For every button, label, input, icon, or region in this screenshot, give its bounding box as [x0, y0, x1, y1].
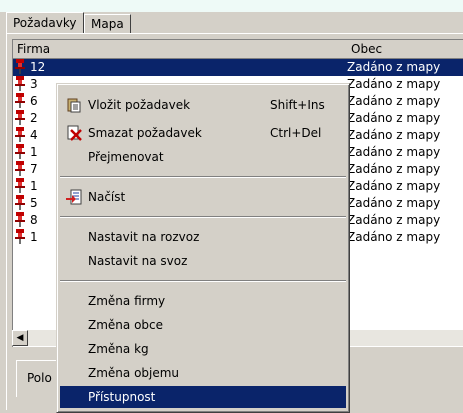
- menu-item-label: Načíst: [88, 190, 126, 204]
- menu-item-nacist[interactable]: Načíst: [60, 186, 346, 208]
- menu-item-shortcut: Shift+Ins: [270, 98, 325, 112]
- cell-firma: 5: [30, 196, 38, 210]
- pushpin-icon: [15, 144, 25, 159]
- menu-item-smazat-pozadavek[interactable]: Smazat požadavek Ctrl+Del: [60, 122, 346, 144]
- cell-obec: Zadáno z mapy: [347, 196, 441, 210]
- pushpin-icon: [15, 93, 25, 108]
- cell-obec: Zadáno z mapy: [347, 94, 441, 108]
- column-header-obec-label: Obec: [351, 42, 383, 56]
- menu-separator: [60, 280, 346, 282]
- cell-firma: 1: [30, 145, 38, 159]
- context-menu: Vložit požadavek Shift+Ins Smazat požada…: [56, 83, 350, 413]
- cell-firma: 3: [30, 77, 38, 91]
- pushpin-icon: [15, 212, 25, 227]
- menu-item-zmena-kg[interactable]: Změna kg: [60, 338, 346, 360]
- cell-firma: 8: [30, 213, 38, 227]
- pushpin-icon: [15, 161, 25, 176]
- tab-pozadavky[interactable]: Požadavky: [6, 12, 84, 33]
- menu-item-label: Smazat požadavek: [88, 126, 202, 140]
- cell-obec: Zadáno z mapy: [347, 111, 441, 125]
- menu-item-label: Nastavit na rozvoz: [88, 230, 200, 244]
- menu-item-label: Vložit požadavek: [88, 98, 191, 112]
- menu-separator: [60, 176, 346, 178]
- cell-obec: Zadáno z mapy: [347, 60, 441, 74]
- menu-item-shortcut: Ctrl+Del: [270, 126, 322, 140]
- menu-item-prejmenovat[interactable]: Přejmenovat: [60, 146, 346, 168]
- cell-firma: 6: [30, 94, 38, 108]
- cell-firma: 7: [30, 162, 38, 176]
- cell-obec: Zadáno z mapy: [347, 213, 441, 227]
- menu-item-label: Přístupnost: [88, 390, 156, 404]
- top-background-strip: [0, 0, 463, 12]
- load-icon: [66, 189, 82, 205]
- pushpin-icon: [15, 76, 25, 91]
- cell-obec: Zadáno z mapy: [347, 230, 441, 244]
- cell-obec: Zadáno z mapy: [347, 179, 441, 193]
- menu-item-zmena-firmy[interactable]: Změna firmy: [60, 290, 346, 312]
- scroll-left-arrow-icon: ◀: [16, 333, 24, 343]
- column-header-firma[interactable]: Firma: [13, 40, 348, 59]
- table-row[interactable]: 12 Zadáno z mapy: [13, 59, 463, 76]
- menu-item-zmena-objemu[interactable]: Změna objemu: [60, 362, 346, 384]
- cell-firma: 4: [30, 128, 38, 142]
- menu-item-label: Změna obce: [88, 318, 164, 332]
- scroll-left-button[interactable]: ◀: [12, 330, 28, 346]
- cell-obec: Zadáno z mapy: [347, 162, 441, 176]
- menu-separator: [60, 216, 346, 218]
- pushpin-icon: [15, 59, 25, 74]
- delete-icon: [66, 125, 82, 141]
- pushpin-icon: [15, 127, 25, 142]
- menu-item-pristupnost[interactable]: Přístupnost: [60, 386, 346, 408]
- menu-item-vlozit-pozadavek[interactable]: Vložit požadavek Shift+Ins: [60, 94, 346, 116]
- pushpin-icon: [15, 178, 25, 193]
- menu-item-label: Změna firmy: [88, 294, 166, 308]
- cell-obec: Zadáno z mapy: [347, 145, 441, 159]
- cell-firma: 12: [30, 60, 46, 74]
- pushpin-icon: [15, 110, 25, 125]
- cell-firma: 2: [30, 111, 38, 125]
- menu-item-label: Přejmenovat: [88, 150, 164, 164]
- column-header-obec[interactable]: Obec: [347, 40, 463, 59]
- tab-pozadavky-label: Požadavky: [13, 16, 77, 30]
- menu-item-nastavit-na-rozvoz[interactable]: Nastavit na rozvoz: [60, 226, 346, 248]
- cell-firma: 1: [30, 179, 38, 193]
- cell-obec: Zadáno z mapy: [347, 128, 441, 142]
- menu-item-label: Změna kg: [88, 342, 149, 356]
- column-header-firma-label: Firma: [17, 42, 51, 56]
- tab-mapa-label: Mapa: [91, 17, 124, 31]
- pushpin-icon: [15, 229, 25, 244]
- paste-icon: [66, 97, 82, 113]
- menu-item-zmena-obce[interactable]: Změna obce: [60, 314, 346, 336]
- menu-item-nastavit-na-svoz[interactable]: Nastavit na svoz: [60, 250, 346, 272]
- tab-mapa[interactable]: Mapa: [84, 14, 131, 33]
- menu-item-label: Změna objemu: [88, 366, 180, 380]
- tab-polozky-label: Polo: [27, 371, 52, 385]
- cell-firma: 1: [30, 230, 38, 244]
- pushpin-icon: [15, 195, 25, 210]
- cell-obec: Zadáno z mapy: [347, 77, 441, 91]
- menu-item-label: Nastavit na svoz: [88, 254, 188, 268]
